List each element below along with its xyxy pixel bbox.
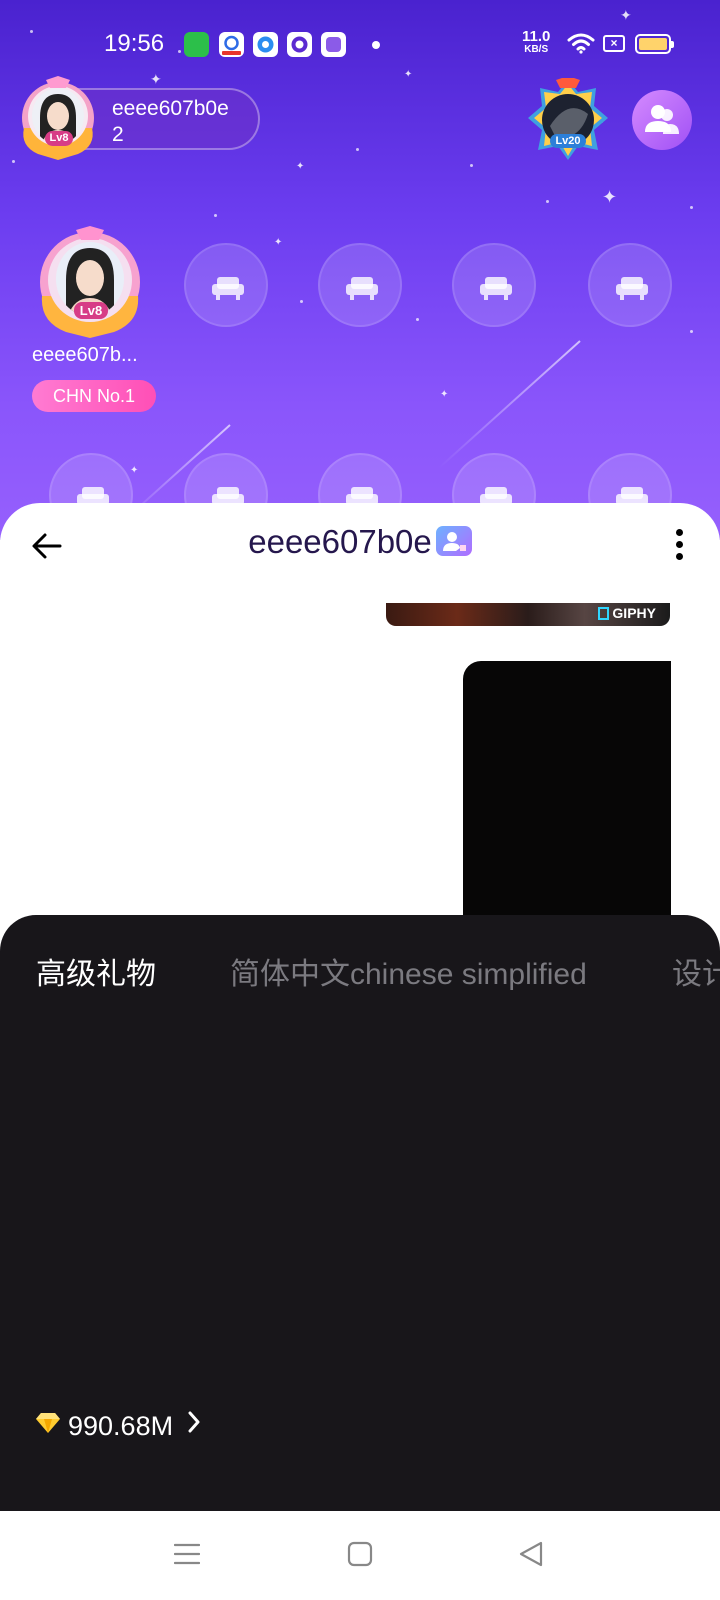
star-dot	[546, 200, 549, 203]
status-bar: 19:56 11.0 KB/S ×	[0, 0, 720, 88]
star-dot	[416, 318, 419, 321]
meteor-decoration	[438, 340, 581, 469]
seat-user-tag: CHN No.1	[32, 380, 156, 412]
seat-1-occupied[interactable]: Lv8	[36, 226, 144, 338]
more-options-button[interactable]	[675, 529, 685, 565]
host-avatar[interactable]: Lv8	[18, 76, 98, 160]
back-triangle-icon	[519, 1541, 543, 1567]
star-dot	[214, 214, 217, 217]
star-dot	[12, 160, 15, 163]
invite-users-button[interactable]	[632, 90, 692, 150]
sofa-icon	[346, 277, 378, 300]
star-dot	[470, 164, 473, 167]
battery-icon	[635, 34, 674, 54]
network-speed: 11.0 KB/S	[522, 29, 550, 56]
notification-app-icon	[219, 32, 244, 57]
seat-user-level: Lv8	[74, 302, 108, 319]
diamond-balance[interactable]: 990.68M	[36, 1411, 201, 1447]
star-dot	[690, 330, 693, 333]
notification-app-icon	[287, 32, 312, 57]
more-notifications-dot	[372, 41, 380, 49]
more-vertical-icon	[675, 529, 685, 560]
users-icon	[645, 105, 679, 134]
star-dot	[356, 148, 359, 151]
system-navigation-bar	[0, 1511, 720, 1600]
notification-app-icon	[321, 32, 346, 57]
empty-seat[interactable]	[318, 243, 402, 327]
room-owner-badge[interactable]: Lv20	[526, 76, 610, 162]
video-message[interactable]	[463, 661, 671, 923]
sparkle-decoration: ✦	[440, 389, 449, 400]
battery-level	[639, 38, 667, 50]
owner-level-badge: Lv20	[550, 134, 586, 148]
private-chat-panel: eeee607b0e GIPHY	[0, 503, 720, 923]
tab-design[interactable]: 设计	[672, 949, 720, 993]
chat-header: eeee607b0e	[0, 523, 720, 561]
home-square-icon	[347, 1541, 373, 1567]
host-level-badge: Lv8	[45, 131, 73, 146]
home-button[interactable]	[347, 1541, 373, 1572]
empty-seat[interactable]	[588, 243, 672, 327]
notification-app-icon	[184, 32, 209, 57]
gif-message[interactable]: GIPHY	[386, 603, 670, 626]
star-dot	[300, 300, 303, 303]
network-speed-unit: KB/S	[524, 44, 549, 55]
menu-icon	[173, 1543, 201, 1565]
tab-chinese-simplified[interactable]: 简体中文chinese simplified	[230, 949, 587, 993]
back-nav-button[interactable]	[518, 1541, 544, 1572]
wifi-icon	[567, 32, 595, 59]
crown-frame-icon	[528, 76, 608, 160]
diamond-icon	[36, 1410, 60, 1441]
sofa-icon	[212, 277, 244, 300]
sofa-icon	[616, 277, 648, 300]
sofa-icon	[480, 277, 512, 300]
sparkle-decoration: ✦	[130, 465, 139, 476]
giphy-label: GIPHY	[598, 605, 656, 621]
notification-app-icon	[253, 32, 278, 57]
clock: 19:56	[104, 30, 165, 57]
no-sim-icon: ×	[603, 35, 625, 52]
tab-premium-gifts[interactable]: 高级礼物	[36, 949, 156, 993]
sparkle-decoration: ✦	[602, 187, 618, 207]
gift-panel: 高级礼物 简体中文chinese simplified 设计 990.68M	[0, 915, 720, 1511]
empty-seat[interactable]	[184, 243, 268, 327]
star-dot	[690, 206, 693, 209]
sparkle-decoration: ✦	[296, 161, 305, 172]
empty-seat[interactable]	[452, 243, 536, 327]
recent-apps-button[interactable]	[173, 1541, 201, 1572]
seat-user-name: eeee607b...	[32, 344, 138, 366]
friend-badge-icon	[435, 526, 472, 557]
host-name: eeee607b0e 2	[112, 97, 229, 146]
chevron-right-icon	[187, 1409, 201, 1440]
sparkle-decoration: ✦	[274, 237, 283, 248]
chat-title: eeee607b0e	[248, 523, 432, 560]
balance-amount: 990.68M	[68, 1411, 174, 1441]
